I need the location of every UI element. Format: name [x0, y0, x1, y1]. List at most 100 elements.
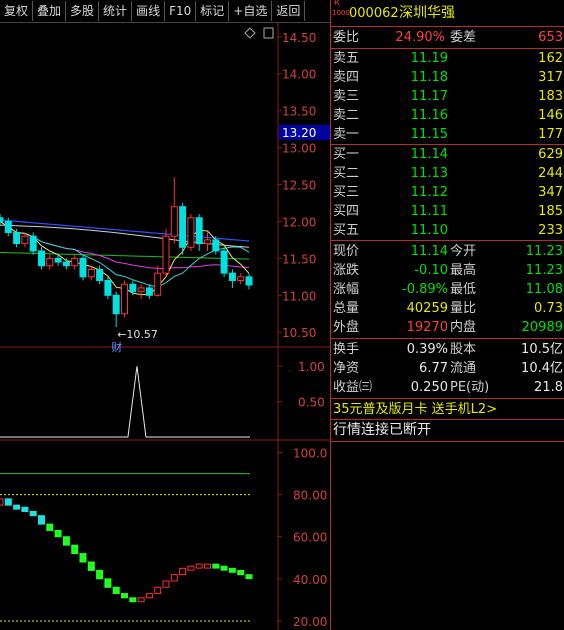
- indicator2-bar: [112, 586, 120, 595]
- indicator2-tick-label: 20.00: [293, 615, 327, 629]
- copy-icon: [263, 27, 274, 39]
- candle-body: [212, 239, 220, 252]
- toolbar-button[interactable]: F10: [165, 1, 197, 21]
- quote-row: 现价 11.14 今开 11.23: [333, 242, 563, 261]
- level-label: 卖四: [333, 70, 360, 85]
- fund-value: 21.8: [534, 380, 563, 395]
- quote-row: 涨跌 -0.10 最高 11.23: [333, 261, 563, 280]
- indicator2-bar: [245, 574, 253, 580]
- price-tick-label: 13.00: [282, 142, 316, 156]
- fund-label: 收益㈢: [333, 380, 373, 395]
- promo-link[interactable]: 35元普及版月卡 送手机L2>: [333, 400, 563, 419]
- stock-tag-bottom: 1000: [332, 9, 350, 17]
- level-volume: 317: [538, 70, 563, 85]
- bid-row[interactable]: 买五 11.10 233: [333, 221, 563, 240]
- quote-label: 最高: [450, 263, 477, 278]
- quote-value: -0.89%: [402, 282, 448, 297]
- ask-row[interactable]: 卖四 11.18 317: [333, 68, 563, 87]
- ask-row[interactable]: 卖二 11.16 146: [333, 106, 563, 125]
- candle-body: [204, 239, 211, 245]
- indicator2-bar: [129, 597, 137, 603]
- level-volume: 185: [538, 204, 563, 219]
- level-volume: 177: [538, 127, 563, 142]
- kline-chart[interactable]: 14.50 14.00 13.50 13.00 12.50 12.00 11.50 11.00…: [0, 22, 330, 630]
- toolbar-button[interactable]: 统计: [99, 1, 133, 21]
- toolbar-button[interactable]: 标记: [196, 1, 230, 21]
- indicator2-bar: [137, 597, 145, 603]
- weibi-value: 24.90%: [395, 30, 445, 45]
- ask-row[interactable]: 卖三 11.17 183: [333, 87, 563, 106]
- level-volume: 244: [538, 166, 563, 181]
- fundamental-row: 换手 0.39% 股本 10.5亿: [333, 340, 563, 359]
- promo-text[interactable]: 35元普及版月卡 送手机L2>: [333, 400, 497, 419]
- quote-label: 总量: [333, 301, 360, 316]
- stock-header[interactable]: R 1000 000062 深圳华强: [332, 0, 563, 25]
- quote-label: 涨幅: [333, 282, 360, 297]
- bid-row[interactable]: 买二 11.13 244: [333, 164, 563, 183]
- status-row: 行情连接已断开: [333, 421, 563, 440]
- level-label: 卖五: [333, 51, 360, 66]
- fund-value: 6.77: [419, 361, 448, 376]
- toolbar-button[interactable]: 叠加: [33, 1, 67, 21]
- bid-row[interactable]: 买三 11.12 347: [333, 183, 563, 202]
- level-volume: 146: [538, 108, 563, 123]
- toolbar-button[interactable]: 复权: [0, 1, 34, 21]
- bid-row[interactable]: 买一 11.14 629: [333, 145, 563, 164]
- bid-row[interactable]: 买四 11.11 185: [333, 202, 563, 221]
- indicator2-bar: [54, 529, 62, 538]
- indicator1-line: [0, 366, 250, 438]
- diamond-icon: [244, 27, 256, 39]
- divider: [331, 398, 564, 399]
- indicator2-bar: [187, 565, 195, 571]
- ask-row[interactable]: 卖五 11.19 162: [333, 49, 563, 68]
- toolbar-button[interactable]: 返回: [272, 1, 306, 21]
- indicator2-bar: [87, 561, 95, 571]
- level-label: 买五: [333, 223, 360, 238]
- quote-label: 今开: [450, 244, 477, 259]
- fund-label: PE(动): [450, 380, 490, 395]
- price-tick-label: 10.50: [282, 326, 316, 340]
- quote-value: 11.23: [525, 263, 563, 278]
- kline-chart-area[interactable]: 14.50 14.00 13.50 13.00 12.50 12.00 11.50 11.00…: [0, 22, 330, 630]
- weibi-label: 委比: [333, 30, 360, 45]
- candle-body: [170, 206, 178, 237]
- weibi-row: 委比 24.90% 委差 653: [333, 28, 563, 47]
- candle-body: [96, 268, 104, 282]
- fund-value: 0.250: [410, 380, 448, 395]
- level-price: 11.12: [410, 185, 448, 200]
- candle-body: [21, 235, 29, 245]
- weicha-value: 653: [538, 30, 563, 45]
- quote-label: 涨跌: [333, 263, 360, 278]
- level-label: 卖二: [333, 108, 360, 123]
- toolbar-button[interactable]: 多股: [66, 1, 100, 21]
- ma-20-line: [0, 220, 250, 270]
- indicator2-tick-label: 40.00: [293, 573, 327, 587]
- quote-value: 11.08: [525, 282, 563, 297]
- indicator2-bar: [237, 569, 245, 576]
- indicator2-tick-label: 80.00: [293, 489, 327, 503]
- ask-row[interactable]: 卖一 11.15 177: [333, 125, 563, 144]
- candle-body: [220, 250, 228, 274]
- candle-body: [54, 257, 62, 263]
- candle-body: [137, 287, 145, 293]
- candle-body: [179, 206, 187, 248]
- weicha-label: 委差: [450, 30, 477, 45]
- indicator2-bar: [220, 565, 228, 571]
- fund-value: 0.39%: [406, 342, 448, 357]
- candle-body: [129, 283, 137, 293]
- indicator2-bar: [162, 580, 170, 588]
- indicator2-bar: [38, 515, 45, 525]
- quote-label: 外盘: [333, 320, 360, 335]
- price-tick-label: 13.50: [282, 105, 316, 119]
- indicator2-bar: [170, 574, 178, 582]
- indicator2-tick-label: 60.00: [293, 531, 327, 545]
- toolbar-button[interactable]: 画线: [132, 1, 166, 21]
- toolbar-button[interactable]: +自选: [229, 1, 273, 21]
- quote-value: 40259: [406, 301, 448, 316]
- indicator2-bar: [0, 498, 4, 506]
- quote-label: 量比: [450, 301, 477, 316]
- indicator2-bar: [46, 523, 54, 531]
- level-price: 11.13: [410, 166, 448, 181]
- indicator2-bar: [21, 506, 29, 512]
- price-tick-label: 11.00: [282, 289, 316, 303]
